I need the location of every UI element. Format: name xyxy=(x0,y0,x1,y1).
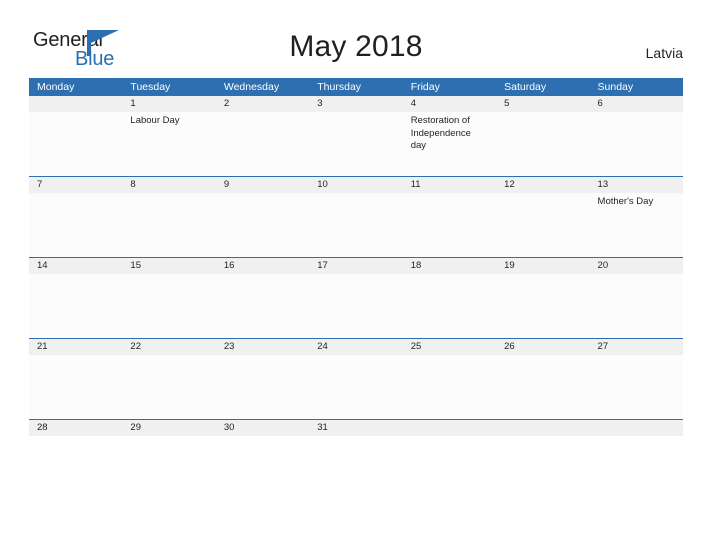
day-number[interactable]: 12 xyxy=(496,177,589,193)
day-event xyxy=(309,436,402,500)
day-number[interactable]: 16 xyxy=(216,258,309,274)
week-date-band: 7 8 9 10 11 12 13 xyxy=(29,176,683,193)
day-number[interactable]: 21 xyxy=(29,339,122,355)
day-number[interactable]: 6 xyxy=(590,96,683,112)
day-event xyxy=(309,355,402,419)
week-event-band: Mother's Day xyxy=(29,193,683,257)
weekday-header-wednesday: Wednesday xyxy=(223,81,280,93)
day-event xyxy=(590,274,683,338)
day-event xyxy=(122,436,215,500)
day-event xyxy=(216,274,309,338)
day-event xyxy=(403,274,496,338)
day-event xyxy=(403,436,496,500)
calendar-week-row: 14 15 16 17 18 19 20 xyxy=(29,257,683,338)
day-event xyxy=(29,355,122,419)
day-event xyxy=(29,436,122,500)
day-number[interactable]: 25 xyxy=(403,339,496,355)
day-number[interactable]: 20 xyxy=(590,258,683,274)
day-event: Labour Day xyxy=(130,115,180,126)
day-event xyxy=(590,112,683,176)
day-event xyxy=(216,112,309,176)
weekday-header-monday: Monday xyxy=(37,81,75,93)
week-date-band: 1 2 3 4 5 6 xyxy=(29,96,683,112)
day-event xyxy=(122,193,215,257)
weekday-header-sunday: Sunday xyxy=(597,81,634,93)
day-number[interactable]: 29 xyxy=(122,420,215,436)
day-event xyxy=(216,193,309,257)
day-event xyxy=(496,355,589,419)
day-event xyxy=(309,274,402,338)
day-event xyxy=(29,193,122,257)
day-number[interactable]: 30 xyxy=(216,420,309,436)
day-number[interactable]: 26 xyxy=(496,339,589,355)
weekday-header-saturday: Saturday xyxy=(504,81,547,93)
day-event xyxy=(496,193,589,257)
day-number[interactable]: 18 xyxy=(403,258,496,274)
day-number[interactable]: 2 xyxy=(216,96,309,112)
day-event xyxy=(122,355,215,419)
day-number[interactable]: 23 xyxy=(216,339,309,355)
day-event xyxy=(590,436,683,500)
week-event-band xyxy=(29,355,683,419)
day-event xyxy=(122,274,215,338)
day-number[interactable]: 7 xyxy=(29,177,122,193)
weekday-header-thursday: Thursday xyxy=(317,81,362,93)
week-event-band xyxy=(29,436,683,500)
calendar-table: Monday Tuesday Wednesday Thursday Friday… xyxy=(29,78,683,500)
day-number[interactable]: 28 xyxy=(29,420,122,436)
day-event xyxy=(496,274,589,338)
country-label: Latvia xyxy=(645,45,683,61)
day-event: Restoration of Independence day xyxy=(410,115,471,151)
day-number[interactable]: 31 xyxy=(309,420,402,436)
week-date-band: 14 15 16 17 18 19 20 xyxy=(29,257,683,274)
day-event xyxy=(403,193,496,257)
day-event xyxy=(309,112,402,176)
day-number[interactable]: 10 xyxy=(309,177,402,193)
day-event xyxy=(496,436,589,500)
day-number[interactable]: 22 xyxy=(122,339,215,355)
day-number[interactable]: 13 xyxy=(590,177,683,193)
day-number[interactable]: 14 xyxy=(29,258,122,274)
day-number[interactable]: 3 xyxy=(309,96,402,112)
weekday-header-tuesday: Tuesday xyxy=(130,81,171,93)
weekday-header-friday: Friday xyxy=(410,81,440,93)
day-number[interactable]: 11 xyxy=(403,177,496,193)
calendar-week-row: 1 2 3 4 5 6 Labour Day Restoration of In… xyxy=(29,96,683,176)
day-number[interactable]: 15 xyxy=(122,258,215,274)
day-event xyxy=(590,355,683,419)
day-number[interactable]: 17 xyxy=(309,258,402,274)
week-event-band: Labour Day Restoration of Independence d… xyxy=(29,112,683,176)
weekday-header-row: Monday Tuesday Wednesday Thursday Friday… xyxy=(29,78,683,96)
day-number[interactable]: 24 xyxy=(309,339,402,355)
week-event-band xyxy=(29,274,683,338)
calendar-week-row: 7 8 9 10 11 12 13 Mother's Day xyxy=(29,176,683,257)
week-date-band: 21 22 23 24 25 26 27 xyxy=(29,338,683,355)
day-number[interactable]: 4 xyxy=(403,96,496,112)
day-number[interactable]: 19 xyxy=(496,258,589,274)
day-event xyxy=(29,274,122,338)
day-event xyxy=(403,355,496,419)
calendar-page: General Blue May 2018 Latvia Monday Tues… xyxy=(0,0,712,550)
calendar-week-row: 28 29 30 31 xyxy=(29,419,683,500)
page-title: May 2018 xyxy=(289,30,423,63)
day-number[interactable]: 9 xyxy=(216,177,309,193)
day-event xyxy=(216,436,309,500)
day-number[interactable]: 8 xyxy=(122,177,215,193)
day-number[interactable]: 1 xyxy=(122,96,215,112)
day-event xyxy=(216,355,309,419)
page-header: General Blue May 2018 Latvia xyxy=(0,0,712,78)
day-event xyxy=(29,112,122,176)
day-event xyxy=(309,193,402,257)
day-number[interactable] xyxy=(403,420,496,436)
day-event: Mother's Day xyxy=(597,196,654,207)
day-number[interactable]: 27 xyxy=(590,339,683,355)
day-number[interactable] xyxy=(496,420,589,436)
day-number[interactable] xyxy=(29,96,122,112)
day-event xyxy=(496,112,589,176)
week-date-band: 28 29 30 31 xyxy=(29,419,683,436)
calendar-week-row: 21 22 23 24 25 26 27 xyxy=(29,338,683,419)
day-number[interactable]: 5 xyxy=(496,96,589,112)
day-number[interactable] xyxy=(590,420,683,436)
